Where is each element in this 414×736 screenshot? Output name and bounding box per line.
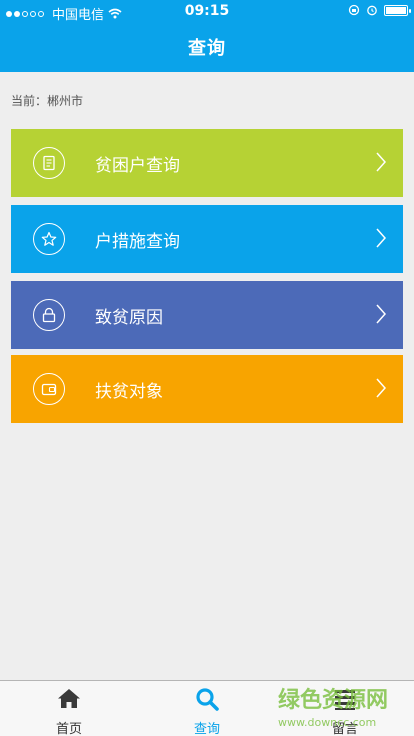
chevron-right-icon: [376, 304, 387, 324]
search-icon: [196, 688, 219, 711]
menu-item-label: 致贫原因: [95, 308, 163, 328]
star-icon: [33, 223, 65, 255]
menu-item-poor-household-query[interactable]: 贫困户查询: [11, 129, 403, 197]
top-bar: 中国电信 09:15 查询: [0, 0, 414, 72]
bottom-tab-bar: 首页 查询 留言: [0, 680, 414, 736]
lock-icon: [33, 299, 65, 331]
tab-label: 查询: [193, 722, 220, 736]
menu-item-label: 户措施查询: [95, 232, 180, 252]
tab-search[interactable]: 查询: [162, 681, 252, 736]
chevron-right-icon: [376, 228, 387, 248]
home-icon: [58, 689, 80, 708]
menu-item-label: 扶贫对象: [95, 382, 163, 402]
tab-label: 首页: [55, 722, 82, 736]
page-title: 查询: [188, 38, 226, 59]
menu-item-label: 贫困户查询: [95, 156, 180, 176]
list-icon: [335, 690, 355, 710]
tab-home[interactable]: 首页: [24, 681, 114, 736]
rotation-lock-icon: [348, 4, 360, 16]
document-icon: [33, 147, 65, 179]
tab-label: 留言: [331, 722, 358, 736]
status-right: [348, 4, 411, 16]
tab-messages[interactable]: 留言: [300, 681, 390, 736]
chevron-right-icon: [376, 378, 387, 398]
menu-item-poverty-alleviation-targets[interactable]: 扶贫对象: [11, 355, 403, 423]
chevron-right-icon: [376, 152, 387, 172]
alarm-icon: [367, 5, 377, 16]
status-bar: 中国电信 09:15: [0, 0, 414, 24]
battery-icon: [384, 4, 411, 16]
wallet-icon: [33, 373, 65, 405]
current-location: 当前：郴州市: [11, 94, 84, 108]
menu-item-household-measures-query[interactable]: 户措施查询: [11, 205, 403, 273]
menu-item-poverty-causes[interactable]: 致贫原因: [11, 281, 403, 349]
